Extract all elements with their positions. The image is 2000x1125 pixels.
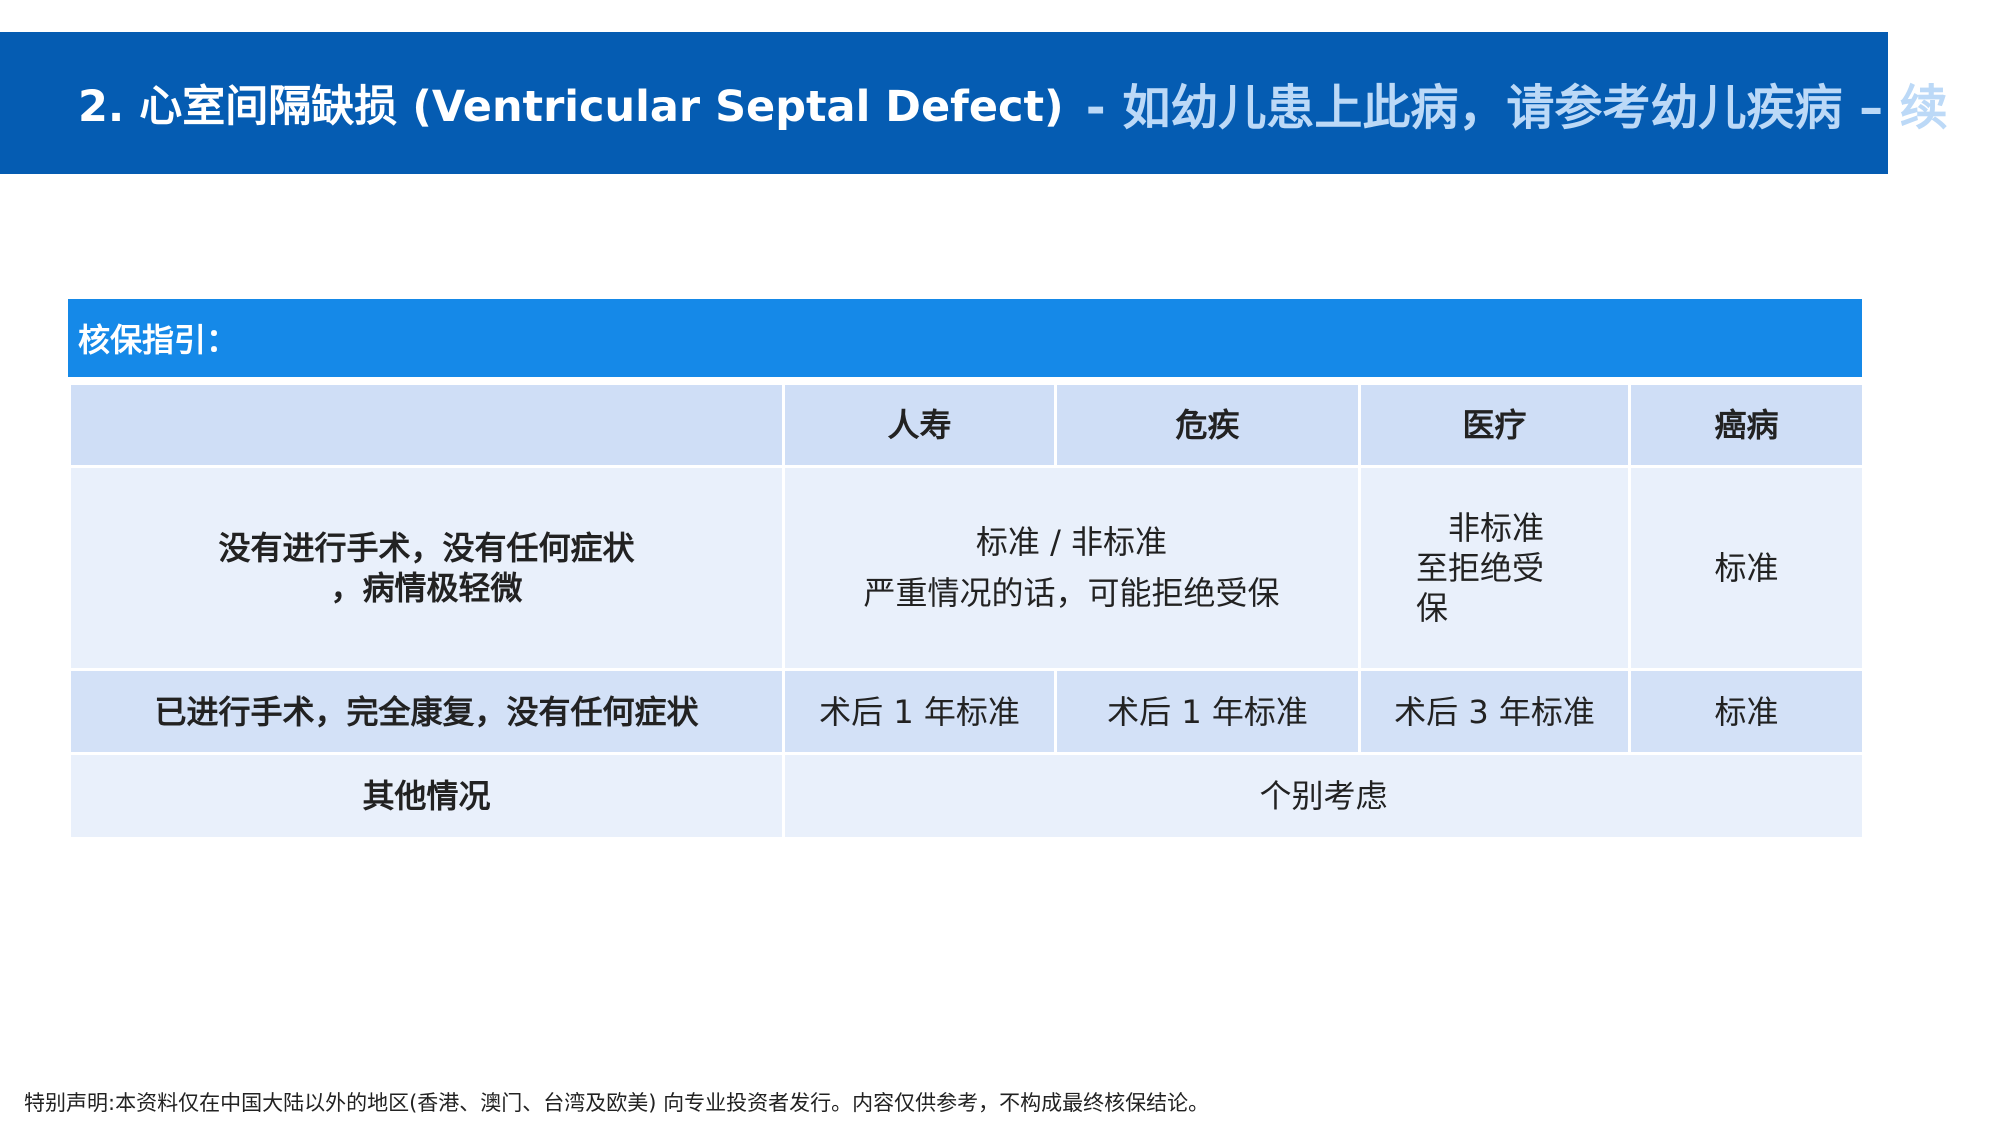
- header-cell-critical-illness: 危疾: [1054, 382, 1361, 468]
- cell-line: 至拒绝受: [1416, 549, 1545, 587]
- row-label-line: 没有进行手术，没有任何症状: [218, 529, 635, 567]
- title-bar: 2. 心室间隔缺损 (Ventricular Septal Defect) - …: [0, 32, 1948, 174]
- cell-line: 保: [1416, 589, 1449, 627]
- cell-ci-post-surgery: 术后 1 年标准: [1054, 668, 1361, 755]
- header-cell-cancer: 癌病: [1628, 382, 1865, 468]
- table-row: 没有进行手术，没有任何症状 ，病情极轻微 标准 / 非标准 严重情况的话，可能拒…: [68, 465, 1865, 671]
- row-label-no-surgery: 没有进行手术，没有任何症状 ，病情极轻微: [68, 465, 785, 671]
- disclaimer-text: 特别声明:本资料仅在中国大陆以外的地区(香港、澳门、台湾及欧美) 向专业投资者发…: [24, 1091, 1210, 1115]
- cell-life-ci-no-surgery: 标准 / 非标准 严重情况的话，可能拒绝受保: [782, 465, 1361, 671]
- life-ci-stack: 标准 / 非标准 严重情况的话，可能拒绝受保: [863, 517, 1279, 619]
- page-title: 2. 心室间隔缺损 (Ventricular Septal Defect): [78, 82, 1064, 132]
- cell-line: 非标准: [1448, 509, 1545, 547]
- row-label-other: 其他情况: [68, 752, 785, 840]
- cell-line: 严重情况的话，可能拒绝受保: [863, 574, 1280, 612]
- row-label-post-surgery: 已进行手术，完全康复，没有任何症状: [68, 668, 785, 755]
- header-cell-medical: 医疗: [1358, 382, 1631, 468]
- page-subtitle: - 如幼儿患上此病，请参考幼儿疾病 – 续: [1085, 80, 1948, 136]
- cell-cancer-post-surgery: 标准: [1628, 668, 1865, 755]
- header-cell-life: 人寿: [782, 382, 1057, 468]
- table-row: 已进行手术，完全康复，没有任何症状 术后 1 年标准 术后 1 年标准 术后 3…: [68, 668, 1865, 755]
- cell-medical-post-surgery: 术后 3 年标准: [1358, 668, 1631, 755]
- underwriting-table: 人寿 危疾 医疗 癌病 没有进行手术，没有任何症状 ，病情极轻微 标准 / 非标…: [68, 382, 1865, 840]
- cell-cancer-no-surgery: 标准: [1628, 465, 1865, 671]
- row-label-stack: 没有进行手术，没有任何症状 ，病情极轻微: [218, 528, 634, 608]
- cell-medical-no-surgery: 非标准 至拒绝受 保: [1358, 465, 1631, 671]
- header-cell-empty: [68, 382, 785, 468]
- table-header-row: 人寿 危疾 医疗 癌病: [68, 382, 1865, 468]
- cell-life-post-surgery: 术后 1 年标准: [782, 668, 1057, 755]
- cell-line: 标准 / 非标准: [975, 522, 1168, 561]
- table-row: 其他情况 个别考虑: [68, 752, 1865, 840]
- underwriting-guide-header: 核保指引：: [68, 299, 1862, 377]
- cell-other-all: 个别考虑: [782, 752, 1865, 840]
- row-label-line: ，病情极轻微: [330, 569, 523, 607]
